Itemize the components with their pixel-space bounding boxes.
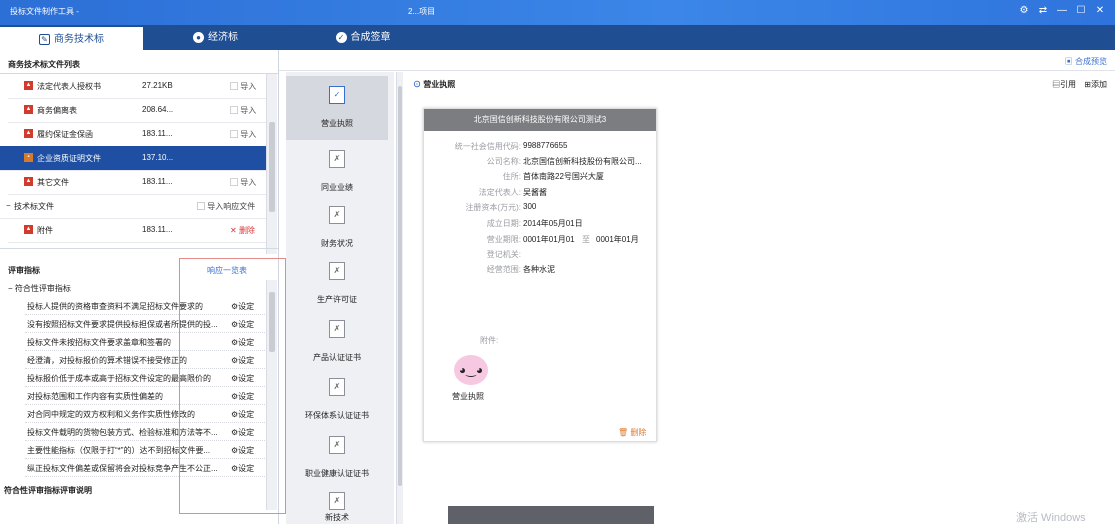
eval-group-label[interactable]: − 符合性评审指标 — [8, 283, 71, 294]
file-row[interactable]: ▲ 商务偏离表 208.64... ▢ 导入 — [8, 98, 266, 123]
pdf-file-icon: ▲ — [24, 177, 33, 186]
doc-icon: ✗ — [329, 320, 345, 338]
file-row[interactable]: ▲ 附件 183.11... ✕ 删除 — [8, 218, 266, 243]
category-business-license[interactable]: ✓ 营业执照 — [286, 76, 388, 140]
settings-icon[interactable]: ⚙ — [1017, 4, 1031, 18]
tech-file-section: − 技术标文件 ▢ 导入响应文件 — [0, 194, 266, 219]
merge-preview-button[interactable]: ▣ 合成预览 — [1065, 56, 1107, 67]
collapse-icon[interactable]: − — [6, 201, 11, 210]
import-button[interactable]: ▢ 导入 — [230, 81, 256, 92]
category-item[interactable]: ✗ 新技术 — [286, 482, 388, 524]
attachment-name: 营业执照 — [452, 392, 484, 401]
file-row-selected[interactable]: ▪ 企业资质证明文件 137.10... — [0, 146, 266, 171]
category-item[interactable]: ✗ 同业业绩 — [286, 140, 388, 204]
field-row: 注册资本(万元): 300 — [465, 202, 537, 212]
field-row: 统一社会信用代码: 9988776655 — [454, 141, 568, 151]
activate-windows-watermark: 激活 Windows — [1016, 512, 1086, 524]
doc-icon: ✗ — [329, 262, 345, 280]
edit-icon: ✎ — [39, 33, 50, 45]
field-row: 经营范围: 各种水泥 — [486, 265, 555, 274]
delete-button[interactable]: ✕ 删除 — [230, 225, 255, 236]
file-row[interactable]: ▲ 法定代表人授权书 27.21KB ▢ 导入 — [8, 74, 266, 99]
title-bar: 投标文件制作工具 - 2...项目 ⚙ ⇄ — ☐ ✕ — [0, 0, 1115, 25]
import-button[interactable]: ▢ 导入 — [230, 105, 256, 116]
folder-icon: ▪ — [24, 153, 33, 162]
field-row: 公司名称: 北京国信创新科技股份有限公司... — [486, 157, 642, 166]
doc-icon: ✗ — [329, 206, 345, 224]
doc-icon: ✗ — [329, 378, 345, 396]
switch-icon[interactable]: ⇄ — [1036, 4, 1050, 18]
pdf-file-icon: ▲ — [24, 225, 33, 234]
category-item[interactable]: ✗ 职业健康认证证书 — [286, 426, 388, 490]
field-row: 登记机关: — [486, 250, 521, 259]
page-toolbar — [448, 506, 654, 524]
project-title: 2...项目 — [408, 7, 436, 16]
maximize-button[interactable]: ☐ — [1074, 4, 1088, 18]
category-scrollbar[interactable] — [396, 72, 403, 524]
category-item[interactable]: ✗ 产品认证证书 — [286, 310, 388, 374]
field-row: 营业期限: 0001年01月01 至 0001年01月 — [486, 235, 639, 244]
eval-footer-title: 符合性评审指标评审说明 — [4, 486, 92, 495]
file-list-title: 商务技术标文件列表 — [8, 60, 80, 69]
tab-business-technical[interactable]: ✎ 商务技术标 — [0, 25, 143, 50]
right-toolbar: ▣ 合成预览 — [279, 50, 1115, 71]
minimize-button[interactable]: — — [1055, 4, 1069, 18]
attachment-thumbnail[interactable]: ◕‿◕ — [454, 355, 488, 385]
category-item[interactable]: ✗ 环保体系认证证书 — [286, 368, 388, 432]
delete-attachment-button[interactable]: 🗑 删除 — [618, 427, 646, 438]
doc-actions: ▤引用 ⊞添加 — [1052, 79, 1107, 90]
category-item[interactable]: ✗ 生产许可证 — [286, 252, 388, 316]
doc-icon: ✗ — [329, 492, 345, 510]
import-response-button[interactable]: ▢ 导入响应文件 — [197, 201, 255, 212]
import-button[interactable]: ▢ 导入 — [230, 177, 256, 188]
category-item[interactable]: ✗ 财务状况 — [286, 196, 388, 260]
cite-button[interactable]: ▤引用 — [1052, 80, 1076, 89]
divider — [0, 248, 278, 249]
field-row: 成立日期: 2014年05月01日 — [486, 219, 583, 228]
scrollbar-thumb[interactable] — [269, 122, 275, 212]
field-row: 住所: 首体南路22号国兴大厦 — [502, 172, 604, 181]
doc-icon: ✗ — [329, 436, 345, 454]
file-list-scrollbar[interactable] — [266, 74, 277, 254]
circle-icon: ● — [193, 31, 204, 43]
tab-economic[interactable]: ● 经济标 — [143, 25, 288, 50]
pdf-file-icon: ▲ — [24, 105, 33, 114]
doc-section-title: ⊙ 营业执照 — [413, 80, 456, 89]
file-row[interactable]: ▲ 履约保证金保函 183.11... ▢ 导入 — [8, 122, 266, 147]
tab-merge-sign[interactable]: ✓ 合成签章 — [288, 25, 438, 50]
eval-title: 评审指标 — [8, 266, 40, 275]
highlight-box — [179, 258, 286, 514]
license-card: 北京国信创新科技股份有限公司测试3 统一社会信用代码: 9988776655 公司… — [423, 108, 657, 442]
add-button[interactable]: ⊞添加 — [1084, 80, 1107, 89]
company-header: 北京国信创新科技股份有限公司测试3 — [424, 109, 656, 131]
import-button[interactable]: ▢ 导入 — [230, 129, 256, 140]
category-list: ✓ 营业执照 ✗ 同业业绩 ✗ 财务状况 ✗ 生产许可证 ✗ 产品认证证书 ✗ 环保体系认证… — [286, 72, 394, 524]
field-row: 法定代表人: 吴酱酱 — [478, 188, 547, 197]
app-title: 投标文件制作工具 - — [10, 7, 79, 16]
pdf-file-icon: ▲ — [24, 81, 33, 90]
doc-icon: ✗ — [329, 150, 345, 168]
pdf-file-icon: ▲ — [24, 129, 33, 138]
close-button[interactable]: ✕ — [1093, 4, 1107, 18]
check-circle-icon: ✓ — [335, 31, 347, 43]
checked-doc-icon: ✓ — [329, 86, 345, 104]
file-row[interactable]: ▲ 其它文件 183.11... ▢ 导入 — [8, 170, 266, 195]
scrollbar-thumb[interactable] — [398, 86, 402, 486]
main-tabs: ✎ 商务技术标 ● 经济标 ✓ 合成签章 — [0, 25, 1115, 50]
attachment-label: 附件: — [480, 336, 499, 345]
